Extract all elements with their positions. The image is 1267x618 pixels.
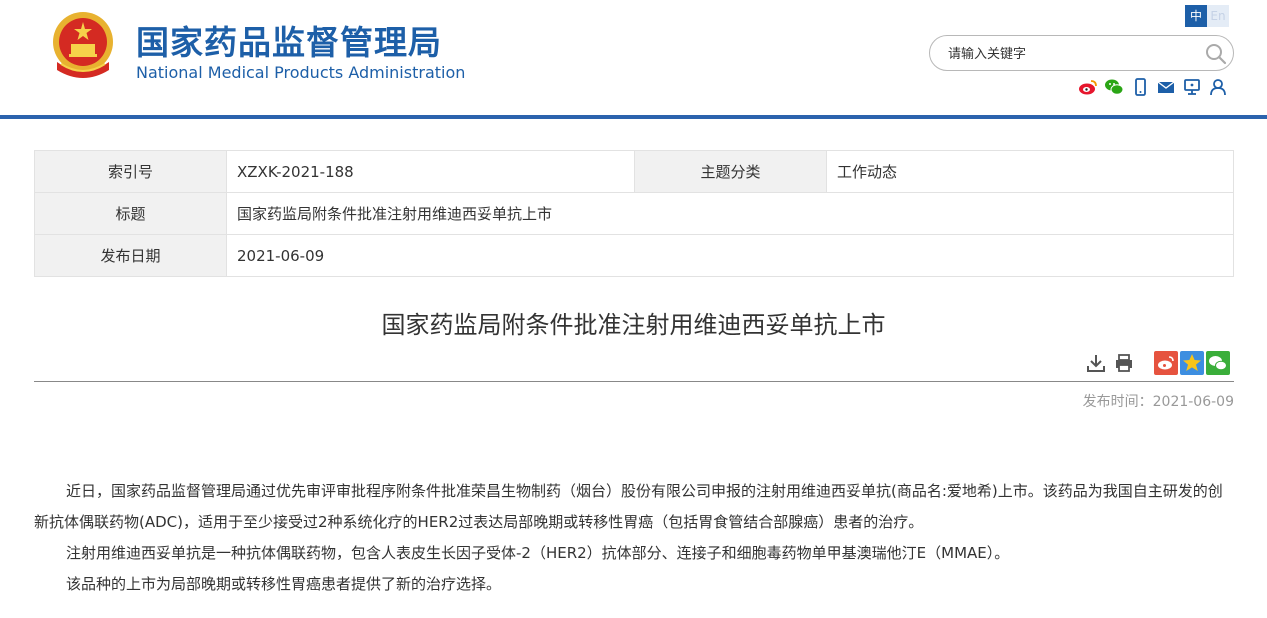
article-body: 近日，国家药品监督管理局通过优先审评审批程序附条件批准荣昌生物制药（烟台）股份有… (34, 476, 1234, 600)
search-input[interactable] (948, 44, 1188, 64)
national-emblem-icon[interactable] (49, 10, 117, 80)
publish-time-label: 发布时间： (1082, 394, 1153, 410)
site-title-cn[interactable]: 国家药品监督管理局 (136, 16, 442, 64)
index-value: XZXK-2021-188 (226, 150, 635, 193)
index-label: 索引号 (34, 150, 227, 193)
publish-time: 发布时间：2021-06-09 (1083, 391, 1234, 411)
share-weibo-icon[interactable] (1154, 351, 1178, 375)
category-label: 主题分类 (634, 150, 827, 193)
share-qzone-icon[interactable] (1180, 351, 1204, 375)
title-value: 国家药监局附条件批准注射用维迪西妥单抗上市 (226, 192, 1234, 235)
article-title: 国家药监局附条件批准注射用维迪西妥单抗上市 (381, 311, 886, 339)
site-title-en[interactable]: National Medical Products Administration (136, 63, 465, 82)
header-divider (0, 115, 1267, 119)
category-value: 工作动态 (826, 150, 1234, 193)
table-row: 索引号 XZXK-2021-188 主题分类 工作动态 (34, 150, 1234, 193)
title-label: 标题 (34, 192, 227, 235)
search-box (929, 35, 1234, 71)
date-value: 2021-06-09 (226, 234, 1234, 277)
download-icon[interactable] (1086, 353, 1106, 373)
article-tools (1086, 353, 1134, 373)
weibo-icon[interactable] (1078, 77, 1098, 97)
lang-en-button[interactable]: En (1207, 5, 1229, 27)
share-wechat-icon[interactable] (1206, 351, 1230, 375)
article-paragraph: 该品种的上市为局部晚期或转移性胃癌患者提供了新的治疗选择。 (66, 575, 502, 593)
table-row: 标题 国家药监局附条件批准注射用维迪西妥单抗上市 (34, 192, 1234, 235)
table-row: 发布日期 2021-06-09 (34, 234, 1234, 277)
info-table: 索引号 XZXK-2021-188 主题分类 工作动态 标题 国家药监局附条件批… (34, 150, 1234, 277)
mobile-icon[interactable] (1130, 77, 1150, 97)
search-icon[interactable] (1204, 42, 1228, 66)
mail-icon[interactable] (1156, 77, 1176, 97)
language-switch: 中 En (1185, 5, 1229, 27)
article-divider (34, 381, 1234, 382)
share-buttons (1154, 351, 1230, 375)
print-icon[interactable] (1114, 353, 1134, 373)
social-links (1078, 77, 1228, 97)
publish-time-value: 2021-06-09 (1152, 394, 1234, 410)
user-icon[interactable] (1208, 77, 1228, 97)
date-label: 发布日期 (34, 234, 227, 277)
article-paragraph: 注射用维迪西妥单抗是一种抗体偶联药物，包含人表皮生长因子受体-2（HER2）抗体… (66, 544, 1010, 562)
monitor-icon[interactable] (1182, 77, 1202, 97)
site-header: 国家药品监督管理局 National Medical Products Admi… (0, 0, 1267, 115)
wechat-icon[interactable] (1104, 77, 1124, 97)
lang-cn-button[interactable]: 中 (1185, 5, 1207, 27)
article-paragraph: 近日，国家药品监督管理局通过优先审评审批程序附条件批准荣昌生物制药（烟台）股份有… (34, 482, 1223, 531)
